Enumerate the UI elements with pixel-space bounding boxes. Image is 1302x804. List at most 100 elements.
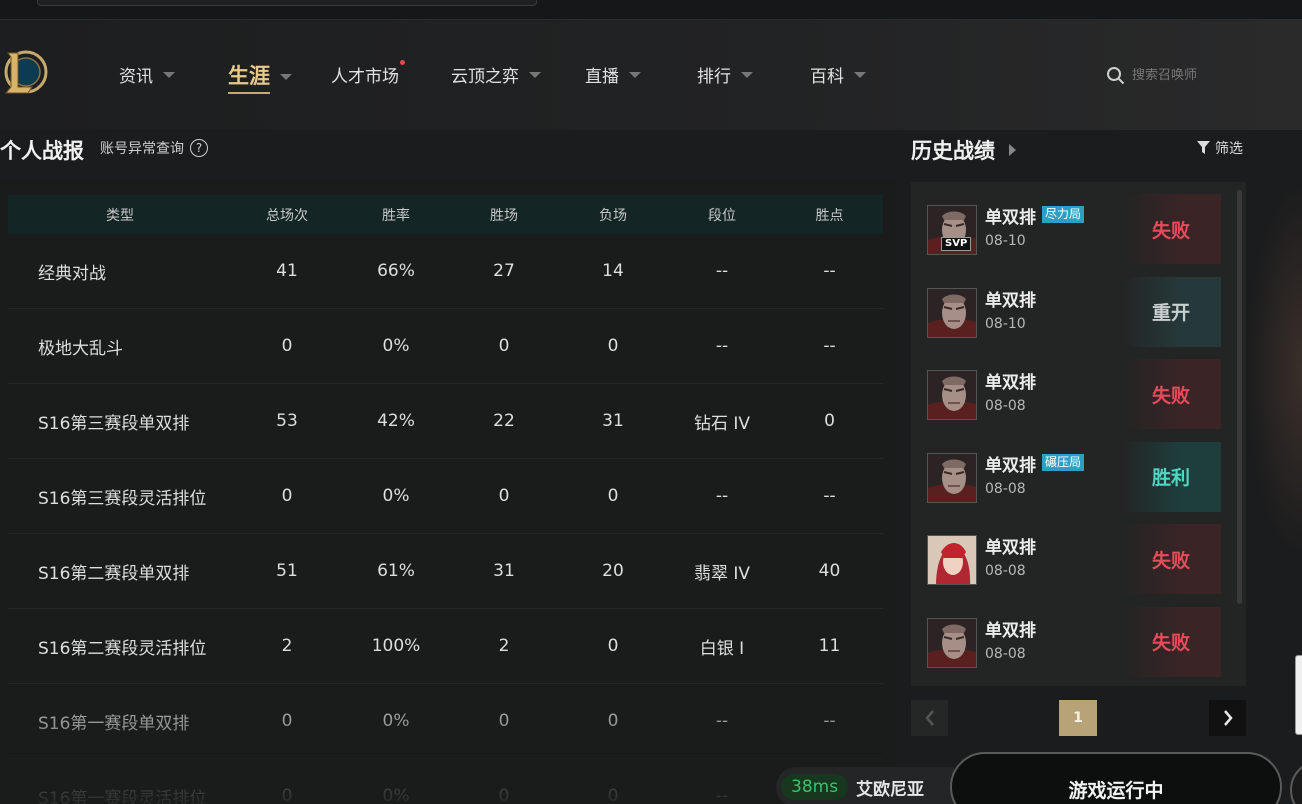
table-cell: -- xyxy=(715,486,729,506)
nav-item-career[interactable]: 生涯 xyxy=(228,60,292,94)
match-result: 重开 xyxy=(1121,276,1221,347)
match-mode: 单双排 xyxy=(985,208,1036,228)
window-top-strip xyxy=(0,0,1302,20)
table-cell: 31 xyxy=(602,411,624,431)
match-item[interactable]: 单双排 碾压局 08-08 胜利 xyxy=(927,441,1221,512)
match-date: 08-10 xyxy=(985,315,1026,332)
table-row[interactable]: S16第一赛段单双排 0 0% 0 0 -- -- xyxy=(8,684,883,759)
account-check-label: 账号异常查询 xyxy=(100,141,184,157)
league-logo-icon[interactable] xyxy=(2,47,48,97)
match-date: 08-10 xyxy=(985,233,1026,249)
help-icon[interactable]: ? xyxy=(190,139,208,157)
table-cell: 0 xyxy=(498,486,510,506)
table-row[interactable]: S16第二赛段灵活排位 2 100% 2 0 白银 Ⅰ 11 xyxy=(8,609,883,684)
side-panel-edge[interactable] xyxy=(1295,655,1302,735)
match-result: 失败 xyxy=(1121,194,1221,264)
champion-avatar xyxy=(927,287,977,338)
filter-button[interactable]: 筛选 xyxy=(1197,138,1243,158)
table-cell: 61% xyxy=(377,561,415,581)
filter-icon xyxy=(1197,141,1210,154)
column-header: 段位 xyxy=(708,207,736,224)
table-cell: 11 xyxy=(818,636,841,656)
table-cell: -- xyxy=(823,336,836,356)
table-row[interactable]: S16第一赛段灵活排位 0 0% 0 0 -- -- xyxy=(8,759,883,804)
table-cell: 0 xyxy=(607,336,619,356)
search-input[interactable] xyxy=(1132,68,1242,83)
match-mode: 单双排 xyxy=(985,373,1036,393)
chevron-down-icon xyxy=(629,71,641,78)
table-cell: S16第三赛段灵活排位 xyxy=(38,488,207,509)
table-cell: 22 xyxy=(493,411,515,431)
table-cell: 0 xyxy=(824,411,835,431)
stats-table: 类型 总场次 胜率 胜场 负场 段位 胜点 经典对战 41 66% 27 14 … xyxy=(0,181,896,804)
table-row[interactable]: S16第三赛段单双排 53 42% 22 31 钻石 IV 0 xyxy=(8,384,883,459)
table-cell: 42% xyxy=(377,411,415,431)
page-number-button[interactable]: 1 xyxy=(1059,700,1097,736)
match-item[interactable]: 单双排 08-08 失败 xyxy=(927,359,1221,429)
column-header: 胜点 xyxy=(815,207,844,224)
search-icon[interactable] xyxy=(1106,66,1125,85)
nav-item-ranking[interactable]: 排行 xyxy=(697,62,753,87)
table-cell: S16第三赛段单双排 xyxy=(38,413,190,434)
top-address-slot[interactable] xyxy=(37,0,537,6)
table-row[interactable]: 经典对战 41 66% 27 14 -- -- xyxy=(8,234,883,309)
chevron-down-icon xyxy=(854,71,866,78)
champion-avatar xyxy=(927,370,977,420)
table-cell: -- xyxy=(823,486,836,506)
game-running-button[interactable]: 游戏运行中 xyxy=(950,752,1282,804)
scrollbar[interactable] xyxy=(1237,190,1242,604)
match-item[interactable]: 单双排 08-08 失败 xyxy=(927,606,1221,677)
nav-item-live[interactable]: 直播 xyxy=(585,62,641,87)
table-cell: 0 xyxy=(607,786,619,804)
account-check-link[interactable]: 账号异常查询 ? xyxy=(100,138,208,158)
table-cell: 41 xyxy=(276,261,298,281)
match-history-title[interactable]: 历史战绩 xyxy=(911,135,1016,165)
server-status: 38ms 艾欧尼亚 xyxy=(776,767,954,804)
table-header: 类型 总场次 胜率 胜场 负场 段位 胜点 xyxy=(8,195,883,234)
table-row[interactable]: 极地大乱斗 0 0% 0 0 -- -- xyxy=(8,309,883,384)
table-cell: 0% xyxy=(382,786,410,804)
table-cell: 31 xyxy=(493,561,515,581)
table-cell: 0 xyxy=(498,336,510,356)
match-mode: 单双排 xyxy=(985,620,1036,641)
next-page-button[interactable] xyxy=(1209,700,1246,736)
table-cell: 0 xyxy=(498,711,510,731)
table-row[interactable]: S16第二赛段单双排 51 61% 31 20 翡翠 IV 40 xyxy=(8,534,883,609)
table-cell: 极地大乱斗 xyxy=(38,338,123,359)
prev-page-button[interactable] xyxy=(911,700,948,736)
table-cell: 0 xyxy=(498,786,510,804)
table-cell: 0 xyxy=(607,636,619,656)
table-cell: 0 xyxy=(281,336,293,356)
corner-action-button[interactable] xyxy=(1290,760,1302,804)
nav-item-label: 资讯 xyxy=(119,67,153,87)
nav-item-news[interactable]: 资讯 xyxy=(119,62,175,87)
column-header: 总场次 xyxy=(266,207,308,224)
champion-avatar xyxy=(927,452,977,503)
match-item[interactable]: 单双排 08-08 失败 xyxy=(927,524,1221,594)
match-item[interactable]: SVP 单双排 尽力局 08-10 失败 xyxy=(927,194,1221,264)
table-cell: 2 xyxy=(498,636,510,656)
column-header: 类型 xyxy=(106,207,134,224)
table-cell: 14 xyxy=(602,261,624,281)
table-cell: 2 xyxy=(281,636,293,656)
match-item[interactable]: 单双排 08-10 重开 xyxy=(927,276,1221,347)
match-result: 失败 xyxy=(1121,606,1221,677)
match-history-label: 历史战绩 xyxy=(911,139,995,163)
chevron-down-icon xyxy=(163,71,175,78)
chevron-down-icon xyxy=(741,71,753,78)
table-cell: -- xyxy=(715,261,729,281)
nav-item-talent-market[interactable]: 人才市场 xyxy=(331,60,405,87)
nav-item-label: 百科 xyxy=(810,67,844,87)
match-result: 失败 xyxy=(1121,524,1221,594)
ping-badge: 38ms xyxy=(781,774,849,800)
chevron-left-icon xyxy=(924,710,934,726)
column-header: 胜场 xyxy=(490,207,518,224)
table-cell: 40 xyxy=(818,561,841,581)
page-title: 个人战报 xyxy=(0,139,84,163)
nav-item-label: 生涯 xyxy=(228,60,270,94)
nav-item-tft[interactable]: 云顶之弈 xyxy=(451,62,541,87)
table-row[interactable]: S16第三赛段灵活排位 0 0% 0 0 -- -- xyxy=(8,459,883,534)
table-cell: 0% xyxy=(382,711,410,731)
chevron-down-icon xyxy=(529,71,541,78)
nav-item-wiki[interactable]: 百科 xyxy=(810,62,866,87)
